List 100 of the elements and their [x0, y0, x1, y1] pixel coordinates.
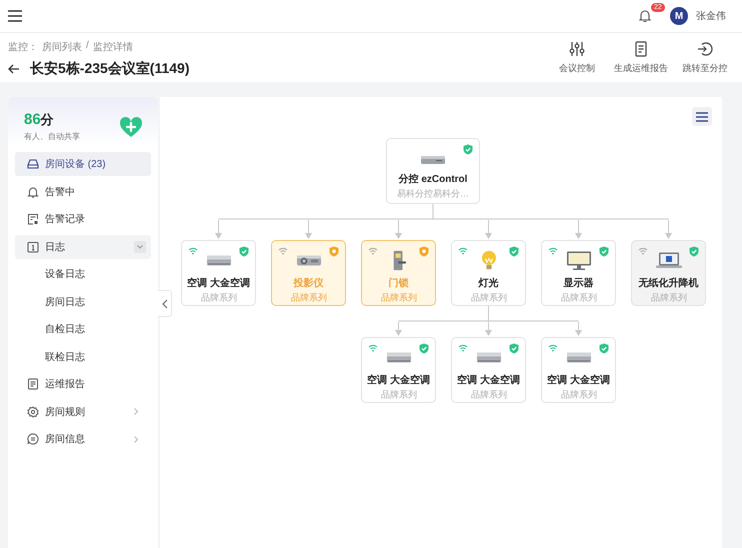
- node-name: 显示器: [564, 276, 594, 290]
- connector-arrow: [395, 220, 402, 239]
- breadcrumb-link[interactable]: 房间列表: [42, 40, 82, 54]
- wifi-icon: [368, 344, 378, 352]
- connector-arrow: [665, 220, 672, 239]
- sidebar-item[interactable]: 运维报告: [15, 372, 151, 396]
- menu-icon[interactable]: [8, 10, 22, 22]
- node-subtitle: 品牌系列: [560, 292, 596, 304]
- record-icon: [27, 213, 39, 225]
- node-name: 空调 大金空调: [367, 374, 430, 387]
- notification-bell-icon[interactable]: [638, 9, 652, 23]
- gear-icon: [27, 406, 39, 418]
- bell-icon: [27, 186, 39, 198]
- breadcrumb-link[interactable]: 监控详情: [92, 40, 133, 54]
- device-node[interactable]: 显示器 品牌系列: [541, 240, 616, 306]
- node-subtitle: 品牌系列: [470, 292, 506, 304]
- sidebar-item[interactable]: 日志: [15, 234, 151, 258]
- node-name: 空调 大金空调: [457, 374, 520, 387]
- log-icon: [27, 240, 39, 252]
- sidebar-subitem[interactable]: 自检日志: [15, 317, 151, 341]
- shield-check-icon: [599, 343, 609, 354]
- shield-check-icon: [599, 246, 609, 257]
- user-name: 张金伟: [696, 10, 726, 23]
- monitor-icon: [566, 250, 592, 271]
- shield-check-icon: [509, 246, 519, 257]
- enter-icon: [697, 40, 713, 56]
- wifi-icon: [368, 247, 378, 255]
- wifi-icon: [548, 247, 558, 255]
- device-node[interactable]: 无纸化升降机 品牌系列: [631, 240, 706, 306]
- shield-check-icon: [463, 144, 473, 155]
- sidebar-item[interactable]: 房间规则: [15, 400, 151, 424]
- heart-plus-icon: [119, 116, 143, 138]
- device-node[interactable]: 空调 大金空调 品牌系列: [361, 337, 436, 403]
- node-subtitle: 品牌系列: [470, 389, 506, 402]
- sidebar-item[interactable]: 房间设备 (23): [15, 152, 151, 176]
- wifi-icon: [278, 247, 288, 255]
- node-name: 空调 大金空调: [187, 276, 250, 290]
- user-avatar[interactable]: M: [670, 7, 688, 25]
- sliders-icon: [569, 40, 585, 56]
- node-subtitle: 易科分控易科分…: [397, 188, 469, 200]
- toolbar-button[interactable]: 会议控制: [554, 40, 600, 74]
- chevron-right-icon: [134, 408, 138, 415]
- toolbar-button[interactable]: 跳转至分控: [682, 40, 728, 74]
- sidebar-item[interactable]: 告警中: [15, 180, 151, 204]
- node-name: 分控 ezControl: [398, 172, 468, 186]
- collapse-sidebar-button[interactable]: [158, 290, 172, 317]
- shield-alert-icon: [419, 246, 429, 257]
- sidebar-subitem[interactable]: 房间日志: [15, 290, 151, 314]
- device-node[interactable]: 分控 ezControl 易科分控易科分…: [386, 138, 480, 204]
- wifi-icon: [188, 247, 198, 255]
- wifi-icon: [458, 247, 468, 255]
- device-node[interactable]: 空调 大金空调 品牌系列: [181, 240, 256, 306]
- drive-icon: [27, 158, 39, 170]
- device-node[interactable]: 空调 大金空调 品牌系列: [451, 337, 526, 403]
- connector-arrow: [215, 220, 222, 239]
- connector-arrow: [395, 322, 402, 336]
- shield-alert-icon: [329, 246, 339, 257]
- node-subtitle: 品牌系列: [290, 292, 326, 304]
- connector-arrow: [485, 220, 492, 239]
- node-subtitle: 品牌系列: [650, 292, 686, 304]
- connector-arrow: [575, 322, 582, 336]
- node-name: 门锁: [388, 276, 408, 290]
- connector-arrow: [575, 220, 582, 239]
- sidebar-subitem[interactable]: 联检日志: [15, 344, 151, 368]
- connector-arrow: [485, 322, 492, 336]
- connector-arrow: [305, 220, 312, 239]
- node-subtitle: 品牌系列: [200, 292, 236, 304]
- toolbar-button[interactable]: 生成运维报告: [614, 40, 668, 74]
- document-icon: [633, 40, 649, 56]
- document-icon: [27, 378, 39, 390]
- menu-button[interactable]: [692, 107, 712, 126]
- light-bulb-icon: [480, 250, 498, 271]
- shield-check-icon: [509, 343, 519, 354]
- chevron-down-icon: [137, 244, 143, 248]
- shield-check-icon: [419, 343, 429, 354]
- gateway-box-icon: [420, 153, 446, 167]
- sidebar-item[interactable]: 房间信息: [15, 427, 151, 451]
- page-title: 长安5栋-235会议室(1149): [30, 60, 190, 78]
- node-subtitle: 品牌系列: [560, 389, 596, 402]
- chevron-left-icon: [162, 298, 168, 308]
- chevron-right-icon: [134, 436, 138, 442]
- sidebar-item[interactable]: 告警记录: [15, 207, 151, 231]
- collapse-toggle[interactable]: [134, 240, 146, 252]
- back-arrow-icon[interactable]: [8, 64, 20, 74]
- laptop-icon: [654, 250, 682, 271]
- chat-icon: [27, 433, 39, 445]
- list-icon: [696, 112, 708, 122]
- device-node[interactable]: 灯光 品牌系列: [451, 240, 526, 306]
- health-score: 86: [24, 111, 41, 128]
- room-status: 有人、自动共享: [24, 131, 80, 142]
- node-subtitle: 品牌系列: [380, 389, 416, 402]
- shield-check-icon: [689, 246, 699, 257]
- breadcrumb-separator: /: [86, 40, 89, 53]
- node-subtitle: 品牌系列: [380, 292, 416, 304]
- breadcrumb-prefix: 监控：: [8, 41, 38, 54]
- sidebar-subitem[interactable]: 设备日志: [15, 262, 151, 286]
- node-name: 空调 大金空调: [547, 374, 610, 387]
- wifi-icon: [638, 247, 648, 255]
- node-name: 无纸化升降机: [638, 276, 698, 290]
- device-node[interactable]: 空调 大金空调 品牌系列: [541, 337, 616, 403]
